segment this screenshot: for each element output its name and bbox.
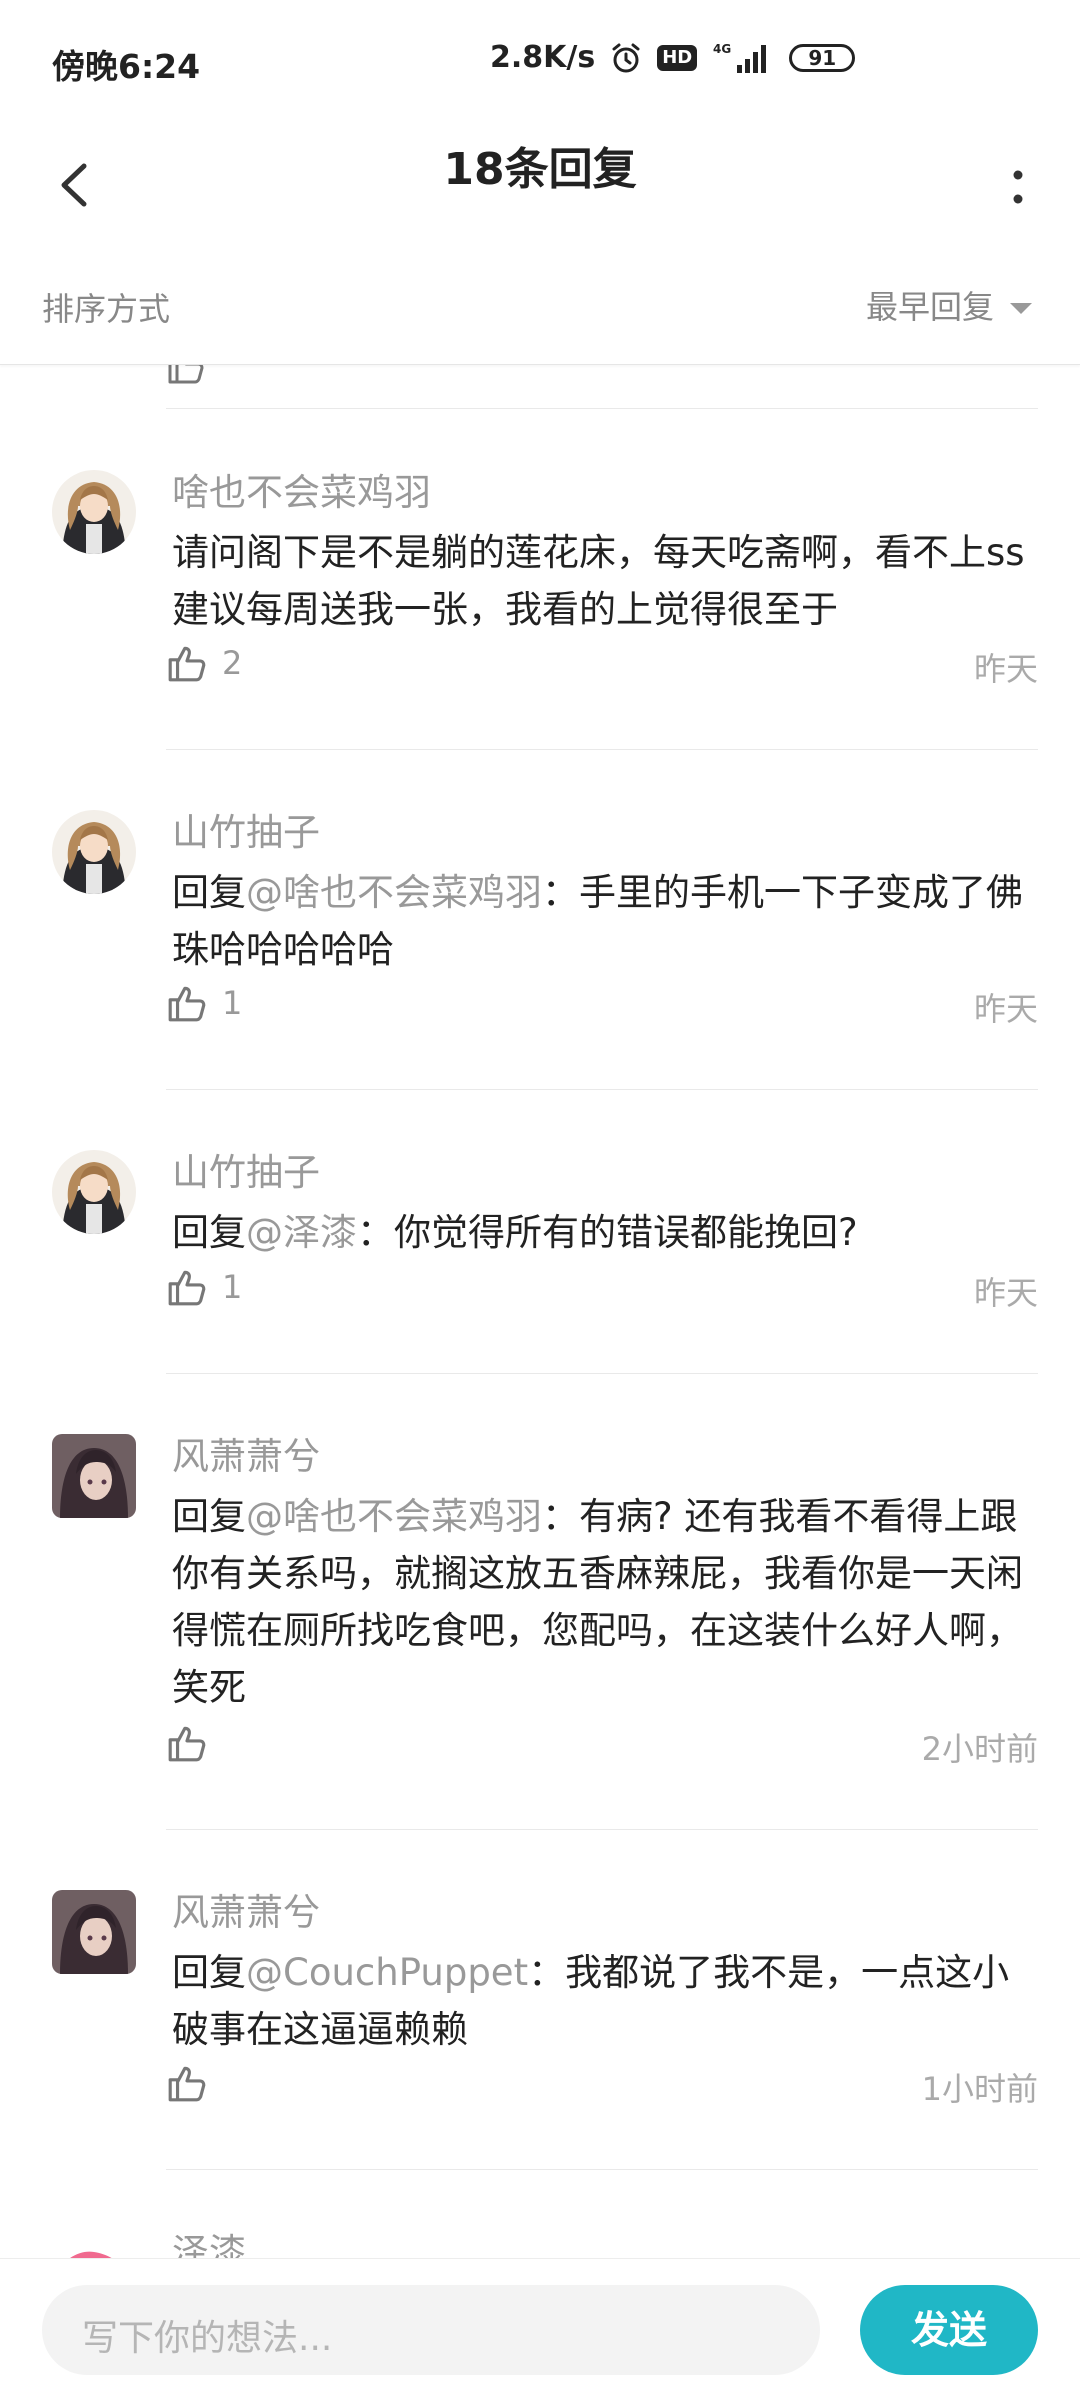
username[interactable]: 泽漆 — [172, 2222, 246, 2258]
comment-input[interactable]: 写下你的想法... — [42, 2285, 820, 2375]
reply-item: 风萧萧兮 回复@CouchPuppet：我都说了我不是，一点这小破事在这逼逼赖赖… — [0, 1830, 1080, 2170]
reply-meta: 2 昨天 — [166, 642, 1038, 688]
status-indicators: 2.8K/s HD 4G 91 — [490, 40, 856, 75]
reply-item: 山竹抽子 回复@啥也不会菜鸡羽：手里的手机一下子变成了佛珠哈哈哈哈哈 1 昨天 — [0, 750, 1080, 1090]
reply-time: 昨天 — [973, 990, 1038, 1028]
reply-time: 昨天 — [973, 1274, 1038, 1312]
avatar[interactable] — [52, 1890, 136, 1974]
alarm-clock-icon — [609, 41, 643, 75]
reply-prefix: 回复 — [172, 871, 246, 914]
status-bar: 傍晚6:24 2.8K/s HD 4G 91 — [0, 0, 1080, 120]
like-count: 1 — [222, 1268, 243, 1306]
hd-badge: HD — [657, 44, 698, 71]
reply-item: 啥也不会菜鸡羽 请问阁下是不是躺的莲花床，每天吃斋啊，看不上ss建议每周送我一张… — [0, 410, 1080, 750]
reply-content: 请问阁下是不是躺的莲花床，每天吃斋啊，看不上ss建议每周送我一张，我看的上觉得很… — [172, 524, 1036, 638]
page-title: 18条回复 — [443, 144, 637, 195]
username[interactable]: 山竹抽子 — [172, 1142, 320, 1196]
sort-dropdown[interactable]: 最早回复 — [866, 282, 1034, 328]
avatar[interactable] — [52, 2230, 136, 2258]
like-count: 1 — [222, 984, 243, 1022]
comment-input-bar: 写下你的想法... 发送 — [0, 2258, 1080, 2401]
send-button[interactable]: 发送 — [860, 2285, 1038, 2375]
username[interactable]: 啥也不会菜鸡羽 — [172, 462, 431, 516]
sort-selected-value: 最早回复 — [865, 288, 994, 326]
reply-meta: 1 昨天 — [166, 982, 1038, 1028]
signal-icon: 4G — [711, 41, 775, 75]
reply-item: 山竹抽子 回复@泽漆：你觉得所有的错误都能挽回? 1 昨天 — [0, 1090, 1080, 1374]
username[interactable]: 风萧萧兮 — [172, 1426, 320, 1480]
battery-indicator: 91 — [789, 43, 856, 72]
reply-meta: 2小时前 — [166, 1722, 1038, 1768]
avatar[interactable] — [52, 810, 136, 894]
reply-content: 回复@啥也不会菜鸡羽：有病? 还有我看不看得上跟你有关系吗，就搁这放五香麻辣屁，… — [172, 1488, 1036, 1716]
avatar[interactable] — [52, 470, 136, 554]
thumbs-up-icon[interactable] — [166, 1266, 208, 1308]
header: 18条回复 — [0, 120, 1080, 249]
reply-prefix: 回复 — [172, 1211, 246, 1254]
partial-previous-item — [0, 364, 1080, 410]
thumbs-up-icon[interactable] — [166, 2062, 208, 2104]
like-count: 2 — [222, 644, 243, 682]
reply-content: 回复@CouchPuppet：我都说了我不是，一点这小破事在这逼逼赖赖 — [172, 1944, 1036, 2058]
mention-link[interactable]: @啥也不会菜鸡羽 — [246, 1495, 542, 1538]
input-placeholder: 写下你的想法... — [82, 2318, 333, 2359]
reply-meta: 1小时前 — [166, 2062, 1038, 2108]
reply-item: 风萧萧兮 回复@啥也不会菜鸡羽：有病? 还有我看不看得上跟你有关系吗，就搁这放五… — [0, 1374, 1080, 1830]
mention-link[interactable]: @CouchPuppet — [246, 1951, 528, 1994]
reply-text: ：你觉得所有的错误都能挽回? — [357, 1211, 858, 1254]
status-time: 傍晚6:24 — [52, 47, 201, 86]
reply-meta: 1 昨天 — [166, 1266, 1038, 1312]
reply-content: 回复@泽漆：你觉得所有的错误都能挽回? — [172, 1204, 1036, 1261]
mention-link[interactable]: @啥也不会菜鸡羽 — [246, 871, 542, 914]
reply-item: 泽漆 — [0, 2170, 1080, 2258]
thumbs-up-icon[interactable] — [166, 642, 208, 684]
mention-link[interactable]: @泽漆 — [246, 1211, 357, 1254]
thumbs-up-icon[interactable] — [166, 364, 206, 386]
reply-text: 请问阁下是不是躺的莲花床，每天吃斋啊，看不上ss建议每周送我一张，我看的上觉得很… — [172, 531, 1025, 631]
sort-bar: 排序方式 最早回复 — [0, 248, 1080, 365]
reply-prefix: 回复 — [172, 1495, 246, 1538]
avatar[interactable] — [52, 1150, 136, 1234]
thumbs-up-icon[interactable] — [166, 982, 208, 1024]
reply-time: 2小时前 — [921, 1730, 1038, 1768]
reply-time: 昨天 — [973, 650, 1038, 688]
reply-time: 1小时前 — [921, 2070, 1038, 2108]
network-speed: 2.8K/s — [490, 40, 596, 75]
username[interactable]: 山竹抽子 — [172, 802, 320, 856]
reply-list[interactable]: 啥也不会菜鸡羽 请问阁下是不是躺的莲花床，每天吃斋啊，看不上ss建议每周送我一张… — [0, 364, 1080, 2258]
svg-text:4G: 4G — [713, 42, 731, 56]
reply-content: 回复@啥也不会菜鸡羽：手里的手机一下子变成了佛珠哈哈哈哈哈 — [172, 864, 1036, 978]
username[interactable]: 风萧萧兮 — [172, 1882, 320, 1936]
divider — [166, 408, 1038, 409]
avatar[interactable] — [52, 1434, 136, 1518]
more-options-icon[interactable] — [970, 150, 1040, 220]
sort-label: 排序方式 — [42, 290, 171, 328]
reply-prefix: 回复 — [172, 1951, 246, 1994]
chevron-down-icon — [1008, 286, 1034, 324]
thumbs-up-icon[interactable] — [166, 1722, 208, 1764]
